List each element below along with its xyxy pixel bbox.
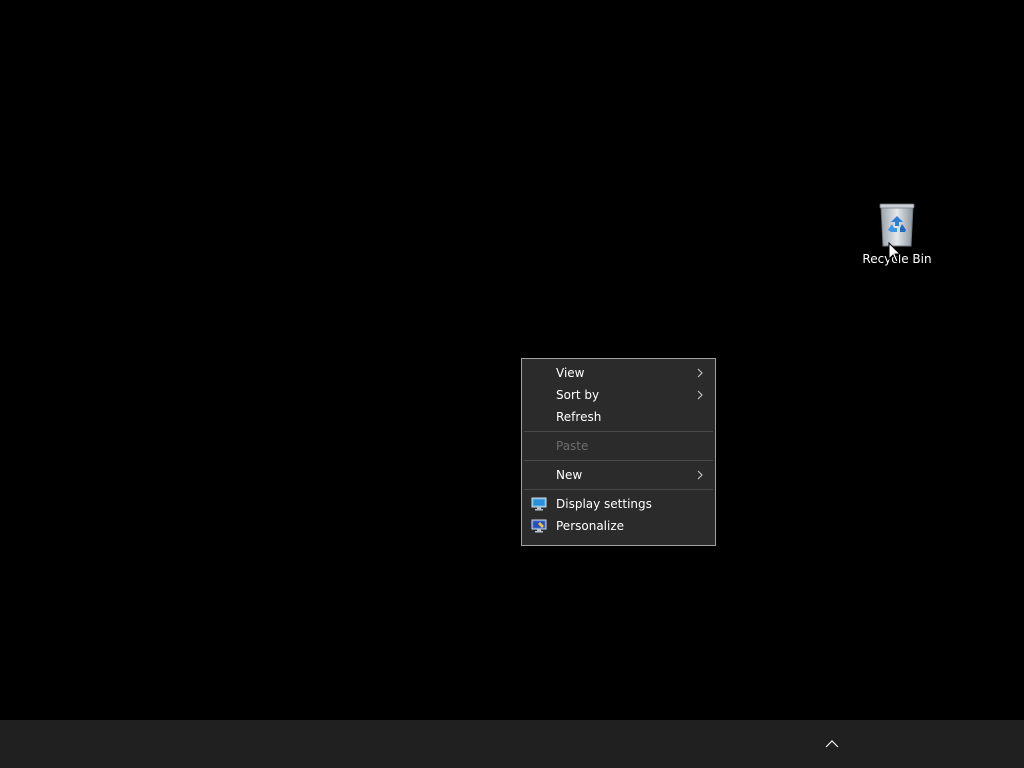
menu-item-label: Sort by	[556, 388, 600, 402]
menu-separator	[524, 489, 713, 490]
desktop-context-menu: View Sort by Refresh Paste New Display s…	[521, 358, 716, 546]
chevron-up-icon	[825, 740, 839, 748]
show-hidden-icons-button[interactable]	[820, 734, 844, 754]
menu-item-label: Personalize	[556, 519, 625, 533]
menu-item-label: New	[556, 468, 583, 482]
menu-item-refresh[interactable]: Refresh	[522, 406, 715, 428]
taskbar	[0, 720, 1024, 768]
menu-separator	[524, 431, 713, 432]
menu-item-sort-by[interactable]: Sort by	[522, 384, 715, 406]
menu-item-label: Refresh	[556, 410, 602, 424]
menu-item-new[interactable]: New	[522, 464, 715, 486]
desktop[interactable]: Recycle Bin View Sort by Refresh Paste N…	[0, 0, 1024, 720]
menu-separator	[524, 460, 713, 461]
menu-item-paste: Paste	[522, 435, 715, 457]
menu-item-label: Paste	[556, 439, 589, 453]
menu-item-label: View	[556, 366, 585, 380]
display-settings-icon	[531, 497, 547, 511]
chevron-right-icon	[697, 470, 703, 480]
personalize-icon	[531, 519, 547, 533]
mouse-cursor-icon	[888, 242, 902, 263]
menu-item-label: Display settings	[556, 497, 652, 511]
menu-item-personalize[interactable]: Personalize	[522, 515, 715, 537]
menu-item-display-settings[interactable]: Display settings	[522, 493, 715, 515]
chevron-right-icon	[697, 368, 703, 378]
menu-item-view[interactable]: View	[522, 362, 715, 384]
chevron-right-icon	[697, 390, 703, 400]
